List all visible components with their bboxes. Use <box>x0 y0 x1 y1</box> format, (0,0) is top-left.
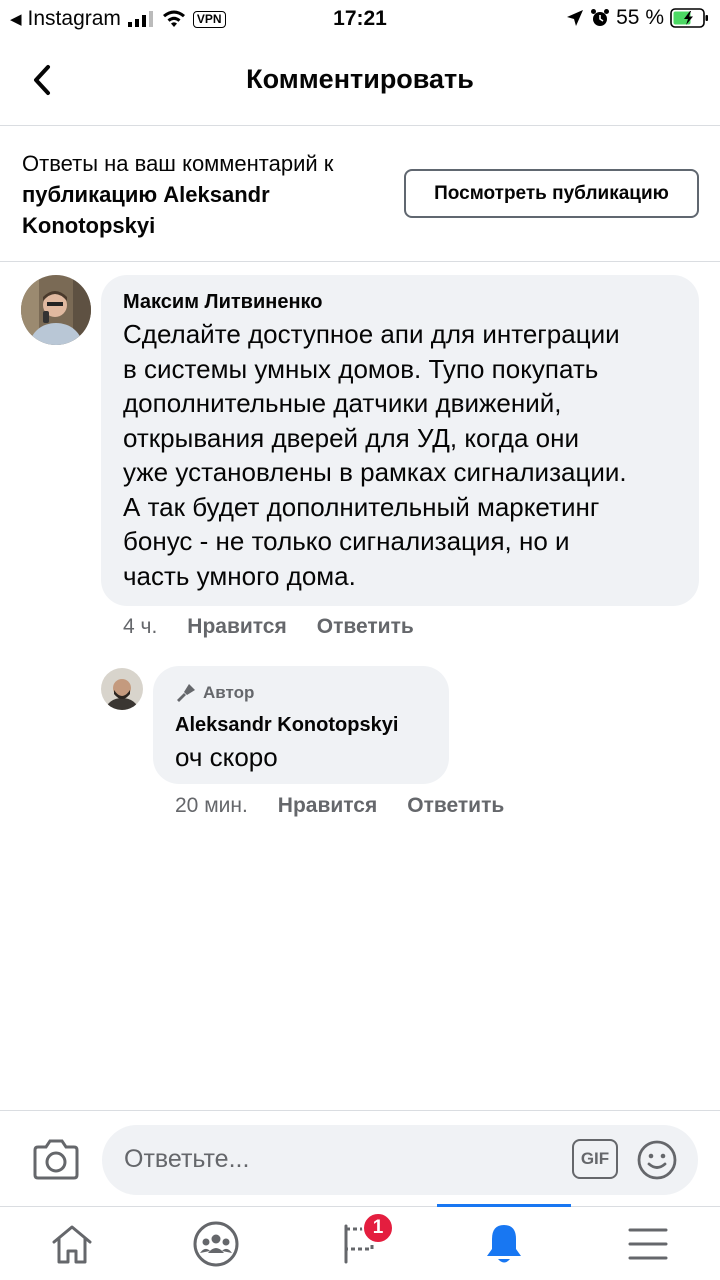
like-button[interactable]: Нравится <box>187 615 286 639</box>
comment-composer: Ответьте... GIF <box>0 1110 720 1206</box>
comment-author[interactable]: Aleksandr Konotopskyi <box>175 714 398 737</box>
view-post-button[interactable]: Посмотреть публикацию <box>404 169 699 218</box>
author-badge-label: Автор <box>203 683 255 702</box>
camera-icon <box>33 1139 79 1180</box>
menu-icon <box>628 1228 668 1260</box>
reply-context: Ответы на ваш комментарий к публикацию A… <box>0 126 720 262</box>
comment-time[interactable]: 20 мин. <box>175 794 248 818</box>
comment-bubble[interactable]: Максим Литвиненко Сделайте доступное апи… <box>101 275 699 606</box>
bell-icon <box>487 1225 521 1263</box>
avatar[interactable] <box>21 275 91 345</box>
comment-text: оч скоро <box>175 742 278 772</box>
tab-home[interactable] <box>0 1207 144 1280</box>
comment-line: А так будет дополнительный маркетинг <box>123 491 600 522</box>
comment-line: в системы умных домов. Тупо покупать <box>123 353 599 384</box>
emoji-icon <box>637 1140 677 1180</box>
emoji-button[interactable] <box>636 1139 678 1181</box>
like-button[interactable]: Нравится <box>278 794 377 818</box>
notification-count-badge: 1 <box>362 1212 394 1244</box>
tab-bar: 1 <box>0 1204 720 1280</box>
reply-input[interactable]: Ответьте... GIF <box>102 1125 698 1195</box>
groups-icon <box>193 1221 239 1267</box>
alarm-icon <box>591 9 610 26</box>
tab-notifications[interactable] <box>432 1207 576 1280</box>
comment-line: уже установлены в рамках сигнализации. <box>123 457 627 487</box>
tab-groups[interactable] <box>144 1207 288 1280</box>
comment-author[interactable]: Максим Литвиненко <box>123 291 323 314</box>
reply-bubble[interactable]: Автор Aleksandr Konotopskyi оч скоро <box>153 666 449 784</box>
comment-line: часть умного дома. <box>123 560 356 591</box>
comment-line: бонус - не только сигнализация, но и <box>123 526 570 556</box>
page-title: Комментировать <box>246 64 474 94</box>
reply-button[interactable]: Ответить <box>407 794 504 818</box>
author-badge: Автор <box>175 682 254 704</box>
comment-line: дополнительные датчики движений, <box>123 388 562 418</box>
tab-menu[interactable] <box>576 1207 720 1280</box>
tab-pages[interactable] <box>288 1207 432 1280</box>
camera-button[interactable] <box>32 1137 80 1181</box>
microphone-icon <box>177 684 195 702</box>
comment-line: открывания дверей для УД, когда они <box>123 422 579 453</box>
reply-input-placeholder: Ответьте... <box>124 1145 250 1173</box>
status-bar: ◀ Instagram VPN 17:21 55 % <box>0 0 720 40</box>
battery-percent: 55 % <box>616 6 664 29</box>
comment-line: Сделайте доступное апи для интеграции <box>123 319 620 349</box>
battery-icon <box>670 8 708 28</box>
gif-button[interactable]: GIF <box>572 1139 618 1179</box>
reply-context-post[interactable]: публикацию Aleksandr Konotopskyi <box>22 182 270 238</box>
comment-meta: 20 мин. Нравится Ответить <box>175 794 504 818</box>
header: Комментировать <box>0 40 720 126</box>
comment-text: Сделайте доступное апи для интеграции в … <box>123 317 627 593</box>
reply-context-text: Ответы на ваш комментарий к публикацию A… <box>22 148 392 241</box>
reply-context-prefix: Ответы на ваш комментарий к <box>22 151 334 176</box>
comment-time[interactable]: 4 ч. <box>123 615 157 639</box>
status-right: 55 % <box>566 6 710 30</box>
home-icon <box>52 1225 92 1264</box>
avatar[interactable] <box>101 668 143 710</box>
comment-meta: 4 ч. Нравится Ответить <box>123 615 414 639</box>
reply-button[interactable]: Ответить <box>317 615 414 639</box>
location-icon <box>567 10 584 26</box>
